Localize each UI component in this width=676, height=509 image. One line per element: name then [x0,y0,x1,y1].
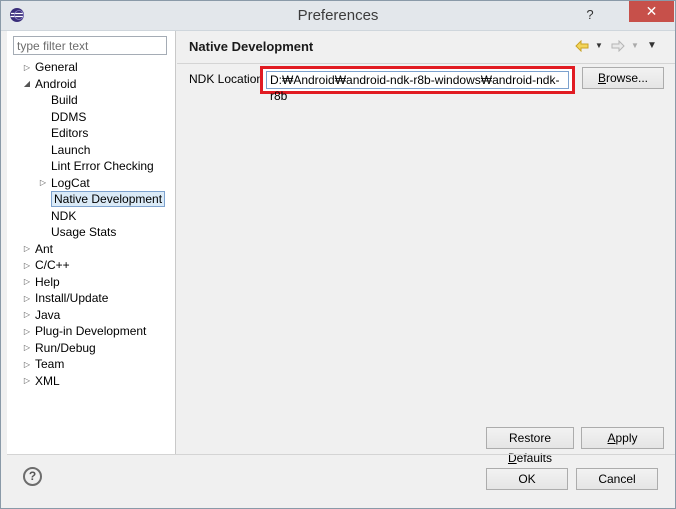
back-arrow-icon[interactable] [575,40,589,52]
tree-item-team[interactable]: ▷ Team [21,356,64,372]
tree-item-label: XML [35,373,60,388]
tree-item-label: Help [35,274,60,289]
tree-item-build[interactable]: Build [37,92,78,108]
tree-item-label: Android [35,76,77,91]
tree-item-label: Lint Error Checking [51,159,154,173]
tree-item-install-update[interactable]: ▷ Install/Update [21,290,108,306]
browse-button[interactable]: Browse... [582,67,664,89]
tree-item-label: C/C++ [35,258,70,272]
ndk-location-label: NDK Location [189,72,264,86]
tree-item-general[interactable]: ▷ General [21,59,78,75]
preferences-window: Preferences ? ✕ ▷General◢AndroidBuildDDM… [0,0,676,509]
tree-item-xml[interactable]: ▷ XML [21,373,60,389]
back-dropdown-icon[interactable]: ▼ [595,37,603,55]
ndk-location-field[interactable]: D:₩Android₩android-ndk-r8b-windows₩andro… [266,71,569,103]
apply-button[interactable]: Apply [581,427,664,449]
tree-item-label: DDMS [51,109,87,124]
filter-input[interactable] [13,36,167,55]
forward-dropdown-icon[interactable]: ▼ [631,37,639,55]
expand-arrow-icon[interactable]: ▷ [21,324,33,340]
expand-arrow-icon[interactable]: ▷ [37,175,49,191]
tree-item-label: NDK [51,208,77,223]
tree-item-label: Plug-in Development [35,324,147,338]
tree-item-help[interactable]: ▷ Help [21,274,60,290]
tree-item-ndk[interactable]: NDK [37,208,76,224]
expand-arrow-icon[interactable]: ▷ [21,241,33,257]
tree-item-logcat[interactable]: ▷ LogCat [37,175,90,191]
view-menu-icon[interactable]: ▼ [647,37,657,55]
ok-button[interactable]: OK [486,468,568,490]
tree-item-c-c[interactable]: ▷ C/C++ [21,257,70,273]
tree-item-label: Run/Debug [35,340,96,355]
expand-arrow-icon[interactable]: ▷ [21,258,33,274]
tree-item-usage-stats[interactable]: Usage Stats [37,224,116,240]
tree-item-launch[interactable]: Launch [37,142,90,158]
tree-item-ddms[interactable]: DDMS [37,109,86,125]
tree-item-label: Ant [35,241,54,256]
expand-arrow-icon[interactable]: ▷ [21,274,33,290]
expand-arrow-icon[interactable]: ▷ [21,373,33,389]
tree-item-run-debug[interactable]: ▷ Run/Debug [21,340,96,356]
collapse-arrow-icon[interactable]: ◢ [21,76,33,92]
tree-item-label: Install/Update [35,291,109,305]
expand-arrow-icon[interactable]: ▷ [21,307,33,323]
tree-item-plug-in-development[interactable]: ▷ Plug-in Development [21,323,146,339]
tree-item-ant[interactable]: ▷ Ant [21,241,53,257]
tree-item-native-development[interactable]: Native Development [37,191,166,207]
help-icon[interactable]: ? [23,467,42,486]
tree-item-label: Launch [51,142,91,157]
tree-item-android[interactable]: ◢ Android [21,76,76,92]
expand-arrow-icon[interactable]: ▷ [21,60,33,76]
tree-item-java[interactable]: ▷ Java [21,307,60,323]
tree-item-label: Editors [51,126,89,140]
tree-item-label: Team [35,357,65,371]
preference-page: Native Development ▼ ▼ ▼ NDK Location D:… [177,31,675,465]
tree-item-label: Java [35,307,61,322]
tree-item-label: General [35,60,78,74]
expand-arrow-icon[interactable]: ▷ [21,357,33,373]
tree-item-label: Build [51,93,78,107]
close-window-button[interactable]: ✕ [629,1,674,22]
cancel-button[interactable]: Cancel [576,468,658,490]
preference-tree-panel: ▷General◢AndroidBuildDDMSEditorsLaunchLi… [7,31,176,454]
tree-item-editors[interactable]: Editors [37,125,88,141]
highlight-box: D:₩Android₩android-ndk-r8b-windows₩andro… [260,66,575,103]
footer-separator [7,454,675,455]
tree-item-label: LogCat [51,175,90,190]
tree-item-label: Native Development [51,191,166,207]
expand-arrow-icon[interactable]: ▷ [21,340,33,356]
window-title: Preferences [297,7,379,24]
title-bar[interactable]: Preferences ? ✕ [1,1,675,31]
title-help-icon[interactable]: ? [579,5,601,25]
expand-arrow-icon[interactable]: ▷ [21,291,33,307]
page-title: Native Development [189,39,314,54]
title-separator [177,63,675,64]
restore-defaults-button[interactable]: Restore Defaults [486,427,574,465]
tree-item-label: Usage Stats [51,225,117,239]
forward-arrow-icon[interactable] [611,40,625,52]
tree-item-lint-error-checking[interactable]: Lint Error Checking [37,158,154,174]
